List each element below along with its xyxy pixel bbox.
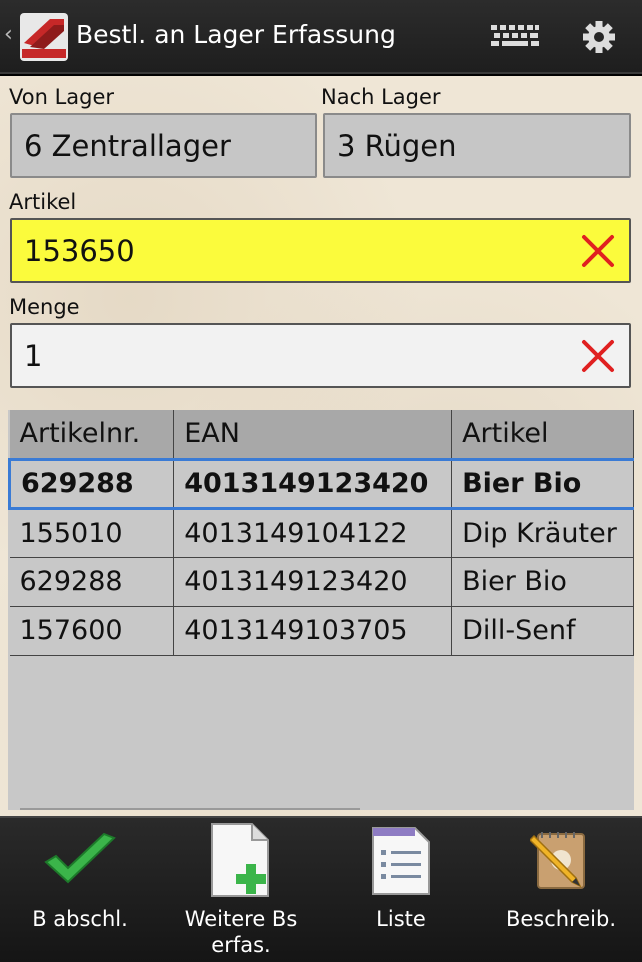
von-lager-value: 6 Zentrallager <box>24 128 231 163</box>
cell-ean: 4013149123420 <box>173 457 453 510</box>
table-row[interactable]: 157600 4013149103705 Dill-Senf <box>9 606 634 656</box>
column-header-ean[interactable]: EAN <box>173 410 453 460</box>
gear-icon[interactable] <box>582 20 616 58</box>
horizontal-scrollbar[interactable] <box>20 808 360 810</box>
menge-label: Menge <box>9 295 80 319</box>
list-document-icon <box>371 824 431 902</box>
table-row[interactable]: 155010 4013149104122 Dip Kräuter <box>9 508 634 558</box>
artikel-label: Artikel <box>9 190 77 214</box>
table-header-row: Artikelnr. EAN Artikel <box>9 410 634 460</box>
article-table[interactable]: Artikelnr. EAN Artikel 629288 4013149123… <box>8 410 634 810</box>
cell-artikel: Bier Bio <box>451 457 634 510</box>
clear-artikel-icon[interactable] <box>581 234 615 275</box>
nach-lager-field[interactable]: 3 Rügen <box>323 113 631 178</box>
weitere-erfassen-button[interactable]: Weitere Bs erfas. <box>160 818 322 962</box>
menge-value: 1 <box>24 338 43 373</box>
cell-ean: 4013149123420 <box>173 557 453 607</box>
menge-input[interactable]: 1 <box>10 323 631 388</box>
cell-artikelnr: 155010 <box>9 508 175 558</box>
cell-artikelnr: 629288 <box>8 457 175 510</box>
nach-lager-label: Nach Lager <box>321 85 441 109</box>
table-row-selected[interactable]: 629288 4013149123420 Bier Bio <box>8 457 634 510</box>
cell-artikel: Dill-Senf <box>451 606 634 656</box>
notebook-pencil-icon <box>528 828 592 898</box>
bottom-toolbar: B abschl. Weitere Bs erfas. Liste Beschr… <box>0 816 642 962</box>
action-bar: ‹ Bestl. an Lager Erfassung <box>0 0 642 74</box>
nach-lager-value: 3 Rügen <box>337 128 457 163</box>
liste-button[interactable]: Liste <box>322 818 480 962</box>
cell-artikel: Bier Bio <box>451 557 634 607</box>
liste-label: Liste <box>376 907 426 931</box>
form-content: Von Lager 6 Zentrallager Nach Lager 3 Rü… <box>0 76 642 816</box>
abschliessen-button[interactable]: B abschl. <box>0 818 160 962</box>
von-lager-field[interactable]: 6 Zentrallager <box>10 113 317 178</box>
cell-artikel: Dip Kräuter <box>451 508 634 558</box>
cell-artikelnr: 157600 <box>9 606 175 656</box>
beschreibung-label: Beschreib. <box>505 907 617 931</box>
abschliessen-label: B abschl. <box>32 907 128 931</box>
cell-ean: 4013149104122 <box>173 508 453 558</box>
keyboard-icon[interactable] <box>490 24 540 54</box>
weitere-erfassen-label: Weitere Bs erfas. <box>184 907 298 957</box>
app-logo[interactable] <box>20 13 68 61</box>
page-title: Bestl. an Lager Erfassung <box>76 20 396 49</box>
artikel-value: 153650 <box>24 233 135 268</box>
column-header-artikelnr[interactable]: Artikelnr. <box>9 410 175 460</box>
new-document-icon <box>208 822 274 904</box>
cell-artikelnr: 629288 <box>9 557 175 607</box>
up-navigation-icon[interactable]: ‹ <box>4 22 13 47</box>
clear-menge-icon[interactable] <box>581 339 615 380</box>
checkmark-icon <box>42 832 118 894</box>
beschreibung-button[interactable]: Beschreib. <box>480 818 642 962</box>
column-header-artikel[interactable]: Artikel <box>451 410 634 460</box>
cell-ean: 4013149103705 <box>173 606 453 656</box>
artikel-input[interactable]: 153650 <box>10 218 631 283</box>
von-lager-label: Von Lager <box>9 85 115 109</box>
table-row[interactable]: 629288 4013149123420 Bier Bio <box>9 557 634 607</box>
